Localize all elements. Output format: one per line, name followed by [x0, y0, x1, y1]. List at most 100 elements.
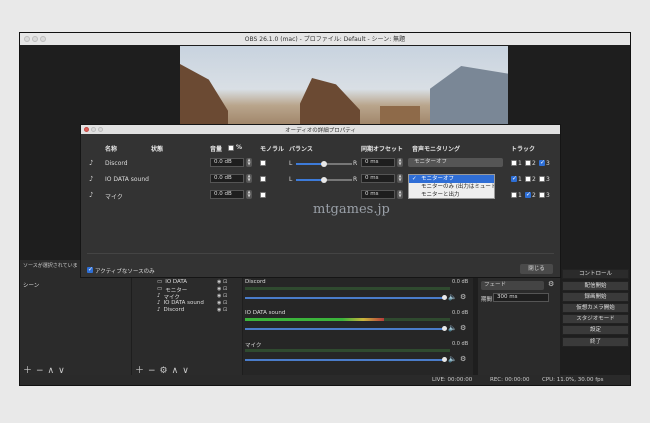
- balance-right-label: R: [353, 176, 358, 183]
- advanced-audio-properties-dialog: オーディオの詳細プロパティ 名称 状態 音量 % モノラル バランス 同期オフセ…: [80, 124, 561, 278]
- checkmark-icon: ✓: [412, 176, 417, 182]
- audio-mixer: Discord 0.0 dB 🔈 ⚙ IO DATA sound 0.0 dB …: [243, 277, 473, 376]
- speaker-icon: ♪: [157, 300, 161, 306]
- source-name: Discord: [105, 160, 128, 167]
- balance-slider[interactable]: [296, 161, 352, 167]
- volume-meter: [245, 349, 450, 352]
- sync-offset-input[interactable]: 0 ms: [361, 158, 395, 167]
- mono-checkbox[interactable]: [260, 176, 266, 182]
- monitoring-select[interactable]: モニターオフ: [408, 158, 503, 167]
- column-name: 名称: [105, 146, 118, 153]
- sync-offset-stepper[interactable]: ▲ ▼: [397, 190, 403, 199]
- mixer-channel-name: マイク: [245, 343, 262, 349]
- dropdown-option[interactable]: モニターのみ (出力はミュート): [409, 183, 494, 191]
- track-1-label: 1: [518, 192, 522, 199]
- exit-button[interactable]: 終了: [562, 337, 629, 347]
- volume-slider[interactable]: [245, 357, 447, 362]
- balance-left-label: L: [289, 160, 293, 167]
- transition-select[interactable]: フェード: [481, 281, 544, 290]
- muted-speaker-icon[interactable]: 🔈: [448, 293, 457, 301]
- cpu-status: CPU: 11.0%, 30.00 fps: [542, 377, 604, 383]
- source-name: IO DATA sound: [105, 176, 149, 183]
- source-item[interactable]: ♪ IO DATA sound: [157, 300, 204, 306]
- track-1-checkbox[interactable]: [511, 160, 517, 166]
- dropdown-option[interactable]: ✓ モニターオフ: [409, 175, 494, 183]
- track-2-checkbox[interactable]: [525, 160, 531, 166]
- start-streaming-button[interactable]: 配信開始: [562, 281, 629, 291]
- volume-stepper[interactable]: ▲ ▼: [246, 158, 252, 167]
- controls-header: コントロール: [562, 269, 629, 279]
- track-1-label: 1: [518, 160, 522, 167]
- window-title: OBS 26.1.0 (mac) - プロファイル: Default - シーン…: [244, 36, 406, 43]
- mixer-channel-db: 0.0 dB: [452, 341, 469, 347]
- balance-left-label: L: [289, 176, 293, 183]
- dropdown-option[interactable]: モニターと出力: [409, 191, 494, 199]
- track-1-checkbox[interactable]: [511, 175, 517, 182]
- track-3-checkbox[interactable]: [539, 176, 545, 182]
- track-3-checkbox[interactable]: [539, 192, 545, 198]
- mixer-channel-name: IO DATA sound: [245, 310, 286, 316]
- volume-input[interactable]: 0.0 dB: [210, 158, 244, 167]
- track-3-checkbox[interactable]: [539, 159, 545, 166]
- column-balance: バランス: [289, 146, 313, 153]
- muted-speaker-icon[interactable]: 🔈: [448, 355, 457, 363]
- column-state: 状態: [151, 146, 164, 153]
- volume-input[interactable]: 0.0 dB: [210, 174, 244, 183]
- gear-icon[interactable]: ⚙: [548, 280, 554, 288]
- dialog-titlebar: オーディオの詳細プロパティ: [81, 125, 560, 134]
- track-1-checkbox[interactable]: [511, 192, 517, 198]
- column-sync-offset: 同期オフセット: [361, 146, 404, 153]
- track-1-label: 1: [518, 176, 522, 183]
- sync-offset-stepper[interactable]: ▲ ▼: [397, 158, 403, 167]
- mono-checkbox[interactable]: [260, 160, 266, 166]
- studio-mode-button[interactable]: スタジオモード: [562, 314, 629, 324]
- volume-meter: [245, 287, 450, 290]
- settings-button[interactable]: 設定: [562, 325, 629, 335]
- mixer-channel-db: 0.0 dB: [452, 310, 469, 316]
- start-recording-button[interactable]: 録画開始: [562, 292, 629, 302]
- camera-icon: ▭: [157, 279, 163, 285]
- track-2-checkbox[interactable]: [525, 176, 531, 182]
- watermark: mtgames.jp: [313, 202, 390, 217]
- sync-offset-input[interactable]: 0 ms: [361, 190, 395, 199]
- transitions-dock: フェード ⚙ 期間 300 ms: [478, 277, 560, 376]
- sync-offset-input[interactable]: 0 ms: [361, 174, 395, 183]
- track-2-label: 2: [532, 176, 536, 183]
- mono-checkbox[interactable]: [260, 192, 266, 198]
- close-button[interactable]: 閉じる: [520, 264, 553, 274]
- gear-icon[interactable]: ⚙: [460, 355, 466, 363]
- dialog-title: オーディオの詳細プロパティ: [285, 128, 356, 134]
- volume-input[interactable]: 0.0 dB: [210, 190, 244, 199]
- sync-offset-stepper[interactable]: ▲ ▼: [397, 174, 403, 183]
- gear-icon[interactable]: ⚙: [460, 324, 466, 332]
- volume-slider[interactable]: [245, 326, 447, 331]
- percent-checkbox[interactable]: [228, 145, 234, 151]
- source-item[interactable]: ♪ Discord: [157, 307, 184, 313]
- live-status: LIVE: 00:00:00: [432, 377, 473, 383]
- volume-stepper[interactable]: ▲ ▼: [246, 190, 252, 199]
- mixer-channel-db: 0.0 dB: [452, 279, 469, 285]
- volume-stepper[interactable]: ▲ ▼: [246, 174, 252, 183]
- duration-input[interactable]: 300 ms: [493, 293, 549, 302]
- volume-meter: [245, 318, 450, 321]
- speaker-icon: ♪: [157, 307, 161, 313]
- column-mono: モノラル: [260, 146, 285, 153]
- column-percent: %: [236, 144, 243, 151]
- gear-icon[interactable]: ⚙: [460, 293, 466, 301]
- track-2-checkbox[interactable]: [525, 191, 531, 198]
- status-bar: LIVE: 00:00:00 REC: 00:00:00 CPU: 11.0%,…: [20, 375, 630, 385]
- volume-slider[interactable]: [245, 295, 447, 300]
- mixer-channel-name: Discord: [245, 279, 266, 285]
- speaker-icon[interactable]: 🔈: [448, 324, 457, 332]
- scene-item[interactable]: シーン: [23, 281, 39, 289]
- balance-slider[interactable]: [296, 177, 352, 183]
- visibility-icons[interactable]: ◉ ⊡ ◉ ⊡ ◉ ⊡ ◉ ⊡ ◉ ⊡: [217, 279, 227, 314]
- source-item[interactable]: ▭ IO DATA: [157, 279, 187, 285]
- track-2-label: 2: [532, 160, 536, 167]
- rec-status: REC: 00:00:00: [490, 377, 530, 383]
- start-virtual-camera-button[interactable]: 仮想カメラ開始: [562, 303, 629, 313]
- track-2-label: 2: [532, 192, 536, 199]
- speaker-icon: ♪: [89, 175, 94, 183]
- column-volume: 音量: [210, 146, 223, 153]
- active-sources-only-checkbox[interactable]: [87, 266, 93, 273]
